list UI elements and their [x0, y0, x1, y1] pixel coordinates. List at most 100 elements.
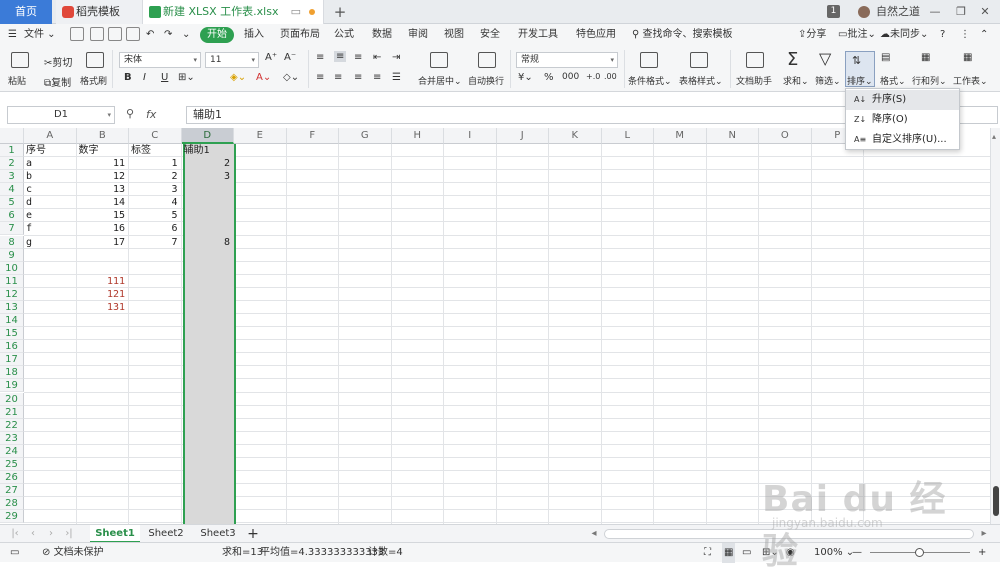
- cond-format-icon[interactable]: [640, 52, 658, 68]
- menu-file[interactable]: 文件 ⌄: [24, 24, 56, 46]
- save-icon[interactable]: [70, 27, 84, 41]
- sort-button[interactable]: ⇅ 排序⌄: [845, 51, 875, 87]
- cell-d2[interactable]: 2: [184, 157, 234, 170]
- tab-insert[interactable]: 插入: [244, 24, 264, 46]
- print-icon[interactable]: [108, 27, 122, 41]
- indent-increase-icon[interactable]: ⇥: [392, 52, 400, 63]
- align-right-icon[interactable]: ≡: [354, 72, 362, 83]
- row-header-25[interactable]: 25: [0, 457, 24, 471]
- help-icon[interactable]: ?: [940, 24, 945, 46]
- percent-icon[interactable]: %: [544, 72, 554, 83]
- row-header-3[interactable]: 3: [0, 170, 24, 184]
- row-header-20[interactable]: 20: [0, 392, 24, 406]
- collapse-ribbon-icon[interactable]: ⌃: [980, 24, 988, 46]
- cell-a3[interactable]: b: [26, 170, 76, 183]
- scroll-up-icon[interactable]: ▴: [992, 132, 996, 141]
- row-header-9[interactable]: 9: [0, 248, 24, 262]
- column-header-l[interactable]: L: [601, 128, 654, 144]
- sort-ascending-item[interactable]: A↓ 升序(S): [846, 90, 959, 110]
- format-painter-button[interactable]: 格式刷: [80, 74, 107, 87]
- auto-wrap-icon[interactable]: [478, 52, 496, 68]
- format-painter-icon[interactable]: [86, 52, 104, 68]
- menu-icon[interactable]: ☰: [8, 24, 17, 46]
- column-header-m[interactable]: M: [654, 128, 707, 144]
- username[interactable]: 自然之道: [876, 0, 920, 24]
- copy-button[interactable]: ⧉复制: [44, 74, 71, 89]
- cell-b8[interactable]: 17: [79, 236, 129, 249]
- align-center-icon[interactable]: ≡: [334, 72, 342, 83]
- doc-assistant-button[interactable]: 文档助手: [736, 74, 772, 87]
- row-header-4[interactable]: 4: [0, 183, 24, 197]
- tab-developer[interactable]: 开发工具: [518, 24, 558, 46]
- last-sheet-icon[interactable]: ›|: [62, 525, 76, 543]
- cell-b13[interactable]: 131: [79, 301, 129, 314]
- row-header-11[interactable]: 11: [0, 274, 24, 288]
- doc-assistant-icon[interactable]: [746, 52, 764, 68]
- cond-format-button[interactable]: 条件格式⌄: [628, 74, 672, 87]
- sync-button[interactable]: ☁未同步⌄: [880, 24, 928, 46]
- cell-d8[interactable]: 8: [184, 236, 234, 249]
- first-sheet-icon[interactable]: |‹: [8, 525, 22, 543]
- column-header-o[interactable]: O: [759, 128, 812, 144]
- sum-button[interactable]: 求和⌄: [783, 74, 809, 87]
- column-header-e[interactable]: E: [234, 128, 287, 144]
- cell-b6[interactable]: 15: [79, 209, 129, 222]
- distribute-icon[interactable]: ☰: [392, 72, 401, 83]
- scrollbar-thumb[interactable]: [993, 486, 999, 516]
- zoom-formula-icon[interactable]: ⚲: [126, 107, 134, 120]
- next-sheet-icon[interactable]: ›: [44, 525, 58, 543]
- more-quick-icon[interactable]: ⌄: [182, 24, 190, 46]
- cell-c2[interactable]: 1: [131, 157, 181, 170]
- cut-button[interactable]: ✂剪切: [44, 54, 72, 69]
- row-header-16[interactable]: 16: [0, 340, 24, 354]
- print-preview-icon[interactable]: [126, 27, 140, 41]
- row-header-13[interactable]: 13: [0, 300, 24, 314]
- cell-c8[interactable]: 7: [131, 236, 181, 249]
- fullscreen-icon[interactable]: ⛶: [704, 543, 711, 563]
- row-header-17[interactable]: 17: [0, 353, 24, 367]
- row-col-icon[interactable]: ▦: [921, 52, 930, 63]
- filter-icon[interactable]: ▽: [819, 49, 831, 68]
- bold-button[interactable]: B: [124, 72, 132, 83]
- cell-a2[interactable]: a: [26, 157, 76, 170]
- format-icon[interactable]: ▤: [881, 52, 890, 63]
- italic-button[interactable]: I: [143, 72, 146, 83]
- sheet-tab-2[interactable]: Sheet2: [142, 525, 190, 543]
- add-sheet-button[interactable]: +: [246, 525, 260, 543]
- row-header-14[interactable]: 14: [0, 314, 24, 328]
- fx-icon[interactable]: fx: [146, 108, 156, 121]
- shrink-font-icon[interactable]: A⁻: [284, 52, 296, 63]
- paste-button[interactable]: 粘贴: [8, 74, 26, 87]
- cell-c3[interactable]: 2: [131, 170, 181, 183]
- cell-b4[interactable]: 13: [79, 183, 129, 196]
- currency-icon[interactable]: ¥⌄: [518, 72, 533, 83]
- row-col-button[interactable]: 行和列⌄: [912, 74, 947, 87]
- column-header-d[interactable]: D: [181, 128, 234, 144]
- row-header-15[interactable]: 15: [0, 327, 24, 341]
- sheet-tab-1[interactable]: Sheet1: [90, 525, 140, 543]
- table-style-icon[interactable]: [690, 52, 708, 68]
- thousands-icon[interactable]: 000: [562, 72, 579, 82]
- column-header-a[interactable]: A: [24, 128, 77, 144]
- column-header-j[interactable]: J: [496, 128, 549, 144]
- tab-daoke-templates[interactable]: 稻壳模板: [56, 0, 142, 24]
- share-button[interactable]: ⇪分享: [798, 24, 826, 46]
- row-header-5[interactable]: 5: [0, 196, 24, 210]
- align-top-icon[interactable]: ≡: [316, 52, 324, 63]
- column-header-i[interactable]: I: [444, 128, 497, 144]
- tab-start[interactable]: 开始: [200, 27, 234, 43]
- cell-a1[interactable]: 序号: [26, 144, 76, 157]
- sum-icon[interactable]: Σ: [787, 49, 798, 70]
- row-header-2[interactable]: 2: [0, 157, 24, 171]
- justify-icon[interactable]: ≡: [373, 72, 381, 83]
- custom-sort-item[interactable]: A≡ 自定义排序(U)...: [846, 130, 959, 150]
- new-tab-button[interactable]: +: [332, 0, 348, 24]
- row-header-18[interactable]: 18: [0, 366, 24, 380]
- sort-descending-item[interactable]: Z↓ 降序(O): [846, 110, 959, 130]
- align-left-icon[interactable]: ≡: [316, 72, 324, 83]
- align-middle-icon[interactable]: ≡: [334, 51, 347, 62]
- tab-page-layout[interactable]: 页面布局: [280, 24, 320, 46]
- export-pdf-icon[interactable]: [90, 27, 104, 41]
- format-button[interactable]: 格式⌄: [880, 74, 906, 87]
- increase-decimal-icon[interactable]: +.0: [586, 72, 600, 81]
